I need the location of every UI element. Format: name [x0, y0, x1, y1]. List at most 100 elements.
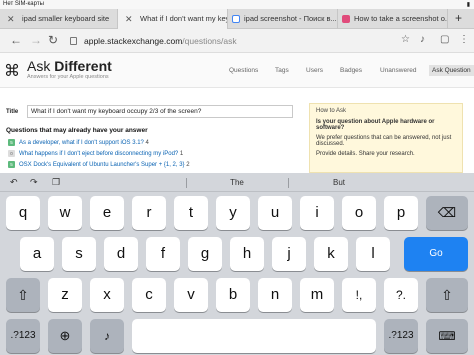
key-g[interactable]: g: [188, 237, 222, 271]
suggestion-3[interactable]: But: [290, 176, 388, 189]
key-y[interactable]: y: [216, 196, 250, 230]
key-d[interactable]: d: [104, 237, 138, 271]
key-m[interactable]: m: [300, 278, 334, 312]
key-o[interactable]: o: [342, 196, 376, 230]
paste-icon[interactable]: ❐: [52, 177, 60, 188]
vote-score-badge: 5: [8, 161, 15, 168]
key-v[interactable]: v: [174, 278, 208, 312]
hide-keyboard-icon[interactable]: ⌨: [426, 319, 468, 353]
key-q[interactable]: q: [6, 196, 40, 230]
key-j[interactable]: j: [272, 237, 306, 271]
how-to-ask-panel: How to Ask Is your question about Apple …: [309, 103, 463, 173]
nav-questions[interactable]: Questions: [229, 67, 258, 74]
key-u[interactable]: u: [258, 196, 292, 230]
nav-badges[interactable]: Badges: [340, 67, 362, 74]
suggestion-divider: [186, 178, 187, 188]
nav-unanswered[interactable]: Unanswered: [380, 67, 417, 74]
key-t[interactable]: t: [174, 196, 208, 230]
key-n[interactable]: n: [258, 278, 292, 312]
tab-title: ipad screenshot - Поиск в...: [244, 14, 337, 23]
key-c[interactable]: c: [132, 278, 166, 312]
shift-right-icon[interactable]: ⇧: [426, 278, 468, 312]
key-e[interactable]: e: [90, 196, 124, 230]
menu-icon[interactable]: ⋮: [459, 34, 469, 45]
similar-question[interactable]: 0 What happens if I don't eject before di…: [8, 150, 183, 157]
tab-switcher-icon[interactable]: ▢: [440, 34, 449, 45]
key-s[interactable]: s: [62, 237, 96, 271]
page-content: ⌘ Ask Different Answers for your Apple q…: [0, 53, 474, 173]
similar-question[interactable]: 5 OSX Dock's Equivalent of Ubuntu Launche…: [8, 161, 190, 168]
undo-icon[interactable]: ↶: [10, 177, 18, 188]
numbers-key-right[interactable]: .?123: [384, 319, 418, 353]
redo-icon[interactable]: ↷: [30, 177, 38, 188]
key-w[interactable]: w: [48, 196, 82, 230]
suggestion-2[interactable]: The: [188, 176, 286, 189]
go-key[interactable]: Go: [404, 237, 468, 271]
reload-icon[interactable]: ↻: [48, 33, 58, 47]
site-header: ⌘ Ask Different Answers for your Apple q…: [0, 53, 474, 88]
nav-users[interactable]: Users: [306, 67, 323, 74]
key-k[interactable]: k: [314, 237, 348, 271]
title-label: Title: [6, 109, 19, 115]
key-l[interactable]: l: [356, 237, 390, 271]
battery-icon: ▮: [466, 2, 470, 8]
tab-ipad-keyboard[interactable]: ✕ ipad smaller keyboard site: [0, 9, 118, 29]
site-favicon-icon: [342, 15, 350, 23]
key-a[interactable]: a: [20, 237, 54, 271]
tab-title: ipad smaller keyboard site: [22, 14, 110, 23]
close-icon[interactable]: ✕: [125, 9, 133, 29]
how-to-ask-text: Provide details. Share your research.: [316, 151, 415, 157]
carrier-label: Нет SIM-карты: [3, 1, 44, 7]
shift-left-icon[interactable]: ⇧: [6, 278, 40, 312]
url-host: apple.stackexchange.com: [84, 36, 183, 46]
numbers-key-left[interactable]: .?123: [6, 319, 40, 353]
back-icon[interactable]: ←: [10, 33, 22, 47]
nav-ask-question[interactable]: Ask Question: [429, 65, 474, 76]
site-tagline: Answers for your Apple questions: [27, 74, 109, 80]
vote-score-badge: 0: [8, 150, 15, 157]
similar-question[interactable]: 5 As a developer, what if I don't support…: [8, 139, 149, 146]
status-bar: Нет SIM-карты ▮: [0, 0, 474, 9]
how-to-ask-text: We prefer questions that can be answered…: [316, 135, 452, 147]
tab-google-search[interactable]: ipad screenshot - Поиск в...: [228, 9, 338, 29]
key-r[interactable]: r: [132, 196, 166, 230]
nav-tags[interactable]: Tags: [275, 67, 289, 74]
forward-icon[interactable]: →: [30, 33, 42, 47]
close-icon[interactable]: ✕: [7, 9, 15, 29]
key-h[interactable]: h: [230, 237, 264, 271]
tab-title: How to take a screenshot o...: [354, 14, 448, 23]
microphone-key-icon[interactable]: ♪: [90, 319, 124, 353]
key-f[interactable]: f: [146, 237, 180, 271]
globe-icon[interactable]: ⊕: [48, 319, 82, 353]
bookmark-star-icon[interactable]: ☆: [401, 34, 410, 45]
onscreen-keyboard: ↶ ↷ ❐ The But q w e r t y u i o p ⌫ a s …: [0, 173, 474, 355]
how-to-ask-question: Is your question about Apple hardware or…: [316, 119, 435, 131]
url-path: /questions/ask: [182, 36, 237, 46]
suggestion-divider: [288, 178, 289, 188]
google-favicon-icon: [232, 15, 240, 23]
tab-bar: ✕ ipad smaller keyboard site ✕ What if I…: [0, 9, 474, 29]
tab-title: What if I don't want my keyb...: [140, 14, 227, 23]
backspace-icon[interactable]: ⌫: [426, 196, 468, 230]
key-i[interactable]: i: [300, 196, 334, 230]
key-p[interactable]: p: [384, 196, 418, 230]
ask-different-logo-icon[interactable]: ⌘: [4, 61, 20, 81]
how-to-ask-heading: How to Ask: [316, 108, 347, 114]
lock-icon: [70, 37, 77, 45]
site-logo[interactable]: Ask Different: [27, 58, 112, 74]
key-x[interactable]: x: [90, 278, 124, 312]
key-question-period[interactable]: ?.: [384, 278, 418, 312]
key-exclaim-comma[interactable]: !,: [342, 278, 376, 312]
suggestion-bar: ↶ ↷ ❐ The But: [0, 173, 474, 192]
microphone-icon[interactable]: ♪: [420, 34, 425, 45]
suggestion-1[interactable]: [86, 176, 184, 189]
title-input[interactable]: What if I don't want my keyboard occupy …: [27, 105, 293, 118]
space-bar[interactable]: [132, 319, 376, 353]
tab-screenshot-howto[interactable]: How to take a screenshot o...: [338, 9, 448, 29]
new-tab-button[interactable]: +: [455, 11, 462, 25]
address-field[interactable]: apple.stackexchange.com/questions/ask: [68, 33, 388, 49]
key-b[interactable]: b: [216, 278, 250, 312]
key-z[interactable]: z: [48, 278, 82, 312]
vote-score-badge: 5: [8, 139, 15, 146]
tab-ask-different[interactable]: ✕ What if I don't want my keyb...: [118, 9, 228, 29]
